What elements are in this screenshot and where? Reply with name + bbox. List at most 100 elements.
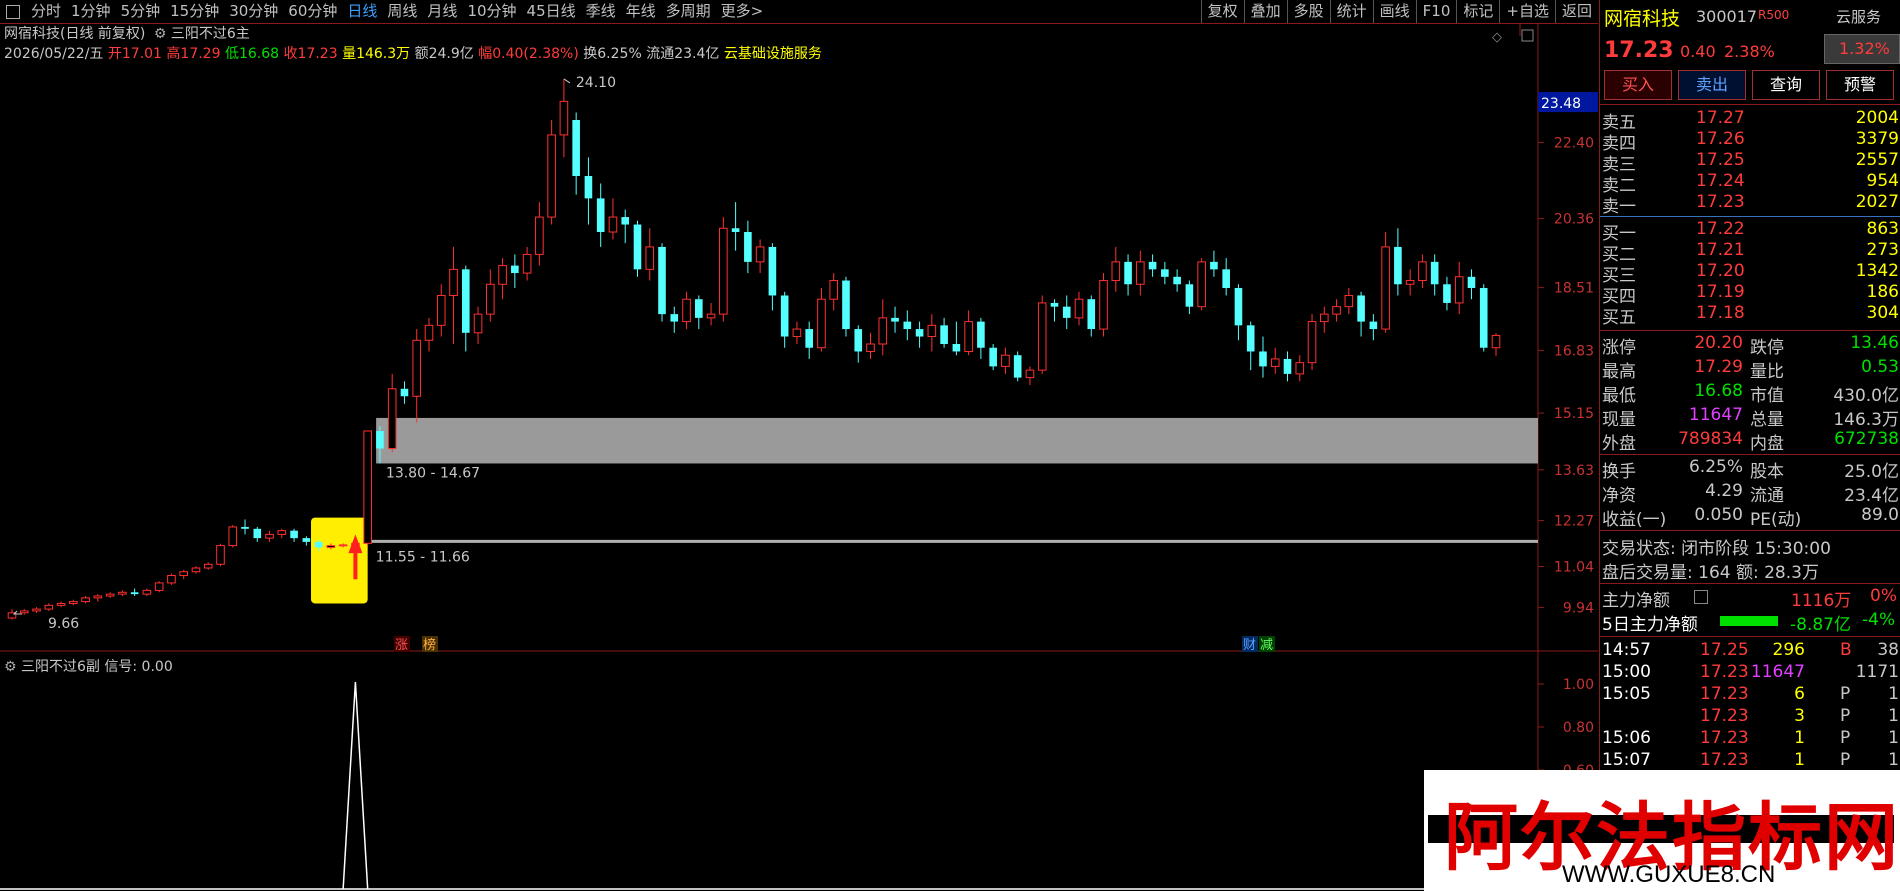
toolbar-button[interactable]: 复权 bbox=[1200, 0, 1244, 23]
period-tab[interactable]: 月线 bbox=[422, 0, 462, 23]
period-tab[interactable]: 季线 bbox=[581, 0, 621, 23]
stat-label: 涨停 bbox=[1602, 338, 1636, 358]
toolbar-button[interactable]: +自选 bbox=[1499, 0, 1555, 23]
candle-body bbox=[498, 265, 507, 285]
candle-body bbox=[1295, 362, 1305, 375]
five-day-net-pct: -4% bbox=[1862, 610, 1896, 630]
trade-button[interactable]: 卖出 bbox=[1678, 70, 1746, 100]
candle-body bbox=[1283, 358, 1292, 374]
stat-label: 内盘 bbox=[1750, 434, 1784, 454]
stat-value: 23.4亿 bbox=[1844, 486, 1899, 506]
stock-name: 网宿科技 bbox=[1604, 8, 1681, 30]
candle-body bbox=[780, 295, 789, 337]
stat-label: 流通 bbox=[1750, 486, 1784, 506]
quote-row: 换手 6.25% 股本 25.0亿 bbox=[1600, 457, 1900, 482]
ask-label: 卖一 bbox=[1602, 197, 1636, 217]
period-tab[interactable]: 60分钟 bbox=[283, 0, 342, 23]
period-tab[interactable]: 年线 bbox=[621, 0, 661, 23]
subchart-header: ⚙ 三阳不过6副 信号: 0.00 bbox=[4, 656, 173, 676]
tick-direction: P bbox=[1840, 706, 1851, 726]
period-tab[interactable]: 10分钟 bbox=[462, 0, 521, 23]
period-tab[interactable]: 1分钟 bbox=[66, 0, 116, 23]
candle-body bbox=[805, 329, 813, 348]
candle-body bbox=[400, 388, 409, 397]
candle-body bbox=[314, 541, 323, 548]
candle-body bbox=[105, 593, 115, 597]
toolbar-button[interactable]: F10 bbox=[1415, 0, 1457, 23]
period-tab[interactable]: 日线 bbox=[342, 0, 382, 23]
bid-price: 17.19 bbox=[1696, 282, 1745, 302]
candle-body bbox=[1259, 351, 1267, 367]
trade-button[interactable]: 查询 bbox=[1752, 70, 1820, 100]
tag-limit-up: 涨 bbox=[395, 638, 408, 652]
stat-value: 430.0亿 bbox=[1833, 386, 1899, 406]
ask-price: 17.25 bbox=[1696, 150, 1745, 170]
signal-highlight-box bbox=[311, 517, 368, 604]
trade-button[interactable]: 买入 bbox=[1604, 70, 1672, 100]
tick-volume: 1 bbox=[1794, 750, 1805, 770]
tick-count: 1 bbox=[1888, 750, 1899, 770]
toolbar-button[interactable]: 叠加 bbox=[1243, 0, 1287, 23]
period-tab[interactable]: 周线 bbox=[382, 0, 422, 23]
signal-value: 信号: 0.00 bbox=[104, 659, 173, 675]
toolbar-button[interactable]: 画线 bbox=[1372, 0, 1416, 23]
stat-label: 换手 bbox=[1602, 462, 1636, 482]
period-tab[interactable]: 15分钟 bbox=[165, 0, 224, 23]
price-tick-label: 22.40 bbox=[1554, 135, 1594, 151]
subchart-gear-icon[interactable]: ⚙ bbox=[4, 659, 17, 675]
candle-body bbox=[964, 321, 973, 352]
period-tab[interactable]: 30分钟 bbox=[224, 0, 283, 23]
period-tab[interactable]: 5分钟 bbox=[116, 0, 166, 23]
peak-label: 24.10 bbox=[576, 75, 616, 91]
toolbar-button[interactable]: 标记 bbox=[1456, 0, 1499, 23]
period-tab[interactable]: 分时 bbox=[26, 0, 66, 23]
candle-body bbox=[511, 265, 519, 274]
candle-body bbox=[1099, 280, 1108, 330]
candle-body bbox=[559, 100, 569, 136]
sector-cloud-label[interactable]: 云服务 bbox=[1836, 6, 1881, 27]
candle-body bbox=[228, 526, 238, 547]
candle-body bbox=[93, 595, 103, 599]
price-tick-label: 11.04 bbox=[1554, 560, 1594, 576]
candle-body bbox=[69, 601, 78, 604]
candle-body bbox=[1210, 261, 1218, 270]
stat-label: 量比 bbox=[1750, 362, 1784, 382]
ask-volume: 2557 bbox=[1855, 150, 1899, 170]
candle-body bbox=[1394, 246, 1402, 285]
tick-count: 38 bbox=[1877, 640, 1899, 660]
signal-subchart[interactable]: 1.000.800.60 bbox=[0, 652, 1598, 891]
candle-body bbox=[1037, 302, 1047, 371]
menu-icon[interactable] bbox=[6, 4, 20, 19]
quote-row: 15:05 17.23 6 P 1 bbox=[1600, 684, 1900, 708]
price-tick-label: 13.63 bbox=[1554, 463, 1594, 479]
separator bbox=[1600, 454, 1900, 455]
main-net-menu-icon[interactable] bbox=[1694, 590, 1708, 604]
period-tab[interactable]: 更多> bbox=[716, 0, 769, 23]
trade-button[interactable]: 预警 bbox=[1826, 70, 1894, 100]
candle-body bbox=[130, 592, 139, 595]
subchart-title: 三阳不过6副 bbox=[21, 659, 100, 675]
stat-value: 146.3万 bbox=[1833, 410, 1899, 430]
tag-reduce: 减 bbox=[1260, 638, 1273, 652]
candle-body bbox=[241, 526, 249, 529]
candlestick-chart[interactable]: ◇ 22.40 20.36 18.51 16.83 15.15 13.63 12.27 11.0… bbox=[0, 24, 1598, 652]
toolbar-button[interactable]: 统计 bbox=[1329, 0, 1373, 23]
stat-value: 672738 bbox=[1834, 429, 1899, 449]
toolbar-button[interactable]: 多股 bbox=[1286, 0, 1330, 23]
bid-volume: 1342 bbox=[1855, 261, 1899, 281]
toolbar-button[interactable]: 返回 bbox=[1554, 0, 1598, 23]
candle-body bbox=[461, 269, 470, 333]
period-tab[interactable]: 45日线 bbox=[522, 0, 581, 23]
current-price-label: 23.48 bbox=[1541, 96, 1581, 112]
stat-label: 外盘 bbox=[1602, 434, 1636, 454]
period-tab[interactable]: 多周期 bbox=[661, 0, 716, 23]
candle-body bbox=[44, 604, 54, 610]
candle-body bbox=[940, 325, 948, 344]
signal-line bbox=[342, 681, 369, 890]
candle-body bbox=[412, 339, 422, 397]
candle-body bbox=[449, 268, 458, 296]
price-change: 0.40 bbox=[1680, 42, 1716, 61]
candle-body bbox=[1234, 288, 1243, 326]
candle-body bbox=[1307, 321, 1317, 364]
candle-body bbox=[915, 329, 924, 337]
